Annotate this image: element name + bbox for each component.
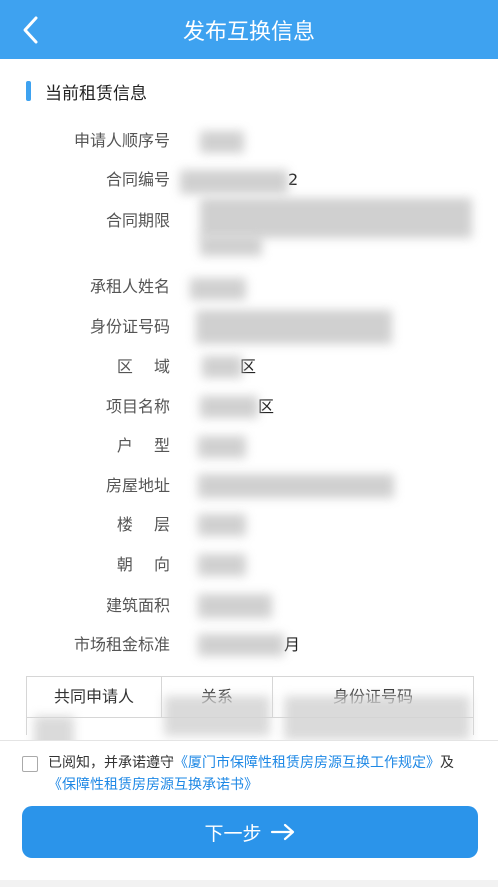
redaction-blur <box>284 696 470 740</box>
field-label: 朝 向 <box>116 555 170 574</box>
field-value: 区 <box>240 357 257 376</box>
redaction-blur <box>200 198 472 238</box>
field-row-orientation: 朝 向 <box>0 550 498 580</box>
field-label: 市场租金标准 <box>73 635 170 654</box>
next-button-label: 下一步 <box>204 822 262 845</box>
field-label: 楼 层 <box>116 515 170 534</box>
field-label: 承租人姓名 <box>89 277 170 296</box>
field-value: 2 <box>288 170 299 189</box>
page-title: 发布互换信息 <box>182 20 315 45</box>
field-label: 身份证号码 <box>89 317 170 336</box>
section-accent-bar <box>26 81 31 101</box>
field-label: 区 域 <box>116 357 170 376</box>
redaction-blur <box>198 474 394 498</box>
agreement-bar: 已阅知，并承诺遵守《厦门市保障性租赁房房源互换工作规定》及《保障性租赁房房源互换… <box>0 740 498 801</box>
field-label: 合同期限 <box>105 211 170 230</box>
field-row-district: 区 域 区 <box>0 352 498 382</box>
redaction-blur <box>180 170 288 194</box>
redaction-blur <box>198 554 246 576</box>
agreement-middle: 及 <box>440 755 454 771</box>
field-label: 项目名称 <box>105 397 170 416</box>
redaction-blur <box>198 594 272 618</box>
field-value: 月 <box>284 635 301 654</box>
redaction-blur <box>198 634 284 656</box>
redaction-blur <box>202 356 242 378</box>
commitment-link[interactable]: 《保障性租赁房房源互换承诺书》 <box>48 777 258 793</box>
redaction-blur <box>196 310 392 344</box>
regulation-link[interactable]: 《厦门市保障性租赁房房源互换工作规定》 <box>174 755 440 771</box>
field-label: 房屋地址 <box>105 476 170 495</box>
field-label: 户 型 <box>116 436 170 455</box>
section-title: 当前租赁信息 <box>45 83 147 104</box>
arrow-right-icon <box>270 823 296 841</box>
top-bar: 发布互换信息 <box>0 0 498 59</box>
field-label: 申请人顺序号 <box>73 131 170 150</box>
field-row-floor: 楼 层 <box>0 510 498 540</box>
section-header: 当前租赁信息 <box>26 78 147 104</box>
next-button[interactable]: 下一步 <box>22 806 478 858</box>
agreement-text: 已阅知，并承诺遵守《厦门市保障性租赁房房源互换工作规定》及《保障性租赁房房源互换… <box>48 752 478 796</box>
field-row-layout: 户 型 <box>0 431 498 461</box>
redaction-blur <box>200 236 262 256</box>
redaction-blur <box>200 131 244 153</box>
field-label: 建筑面积 <box>105 596 170 615</box>
field-label: 合同编号 <box>105 170 170 189</box>
redaction-blur <box>198 514 246 536</box>
bottom-edge <box>0 880 498 887</box>
redaction-blur <box>198 436 246 458</box>
agree-checkbox[interactable] <box>22 756 38 772</box>
redaction-blur <box>190 278 246 300</box>
field-row-applicant-order: 申请人顺序号 <box>0 126 498 156</box>
redaction-blur <box>164 696 270 736</box>
table-header-co-applicant: 共同申请人 <box>53 687 134 706</box>
agreement-prefix: 已阅知，并承诺遵守 <box>48 755 174 771</box>
redaction-blur <box>200 396 258 418</box>
field-value: 区 <box>258 397 275 416</box>
field-row-tenant-name: 承租人姓名 <box>0 272 498 302</box>
